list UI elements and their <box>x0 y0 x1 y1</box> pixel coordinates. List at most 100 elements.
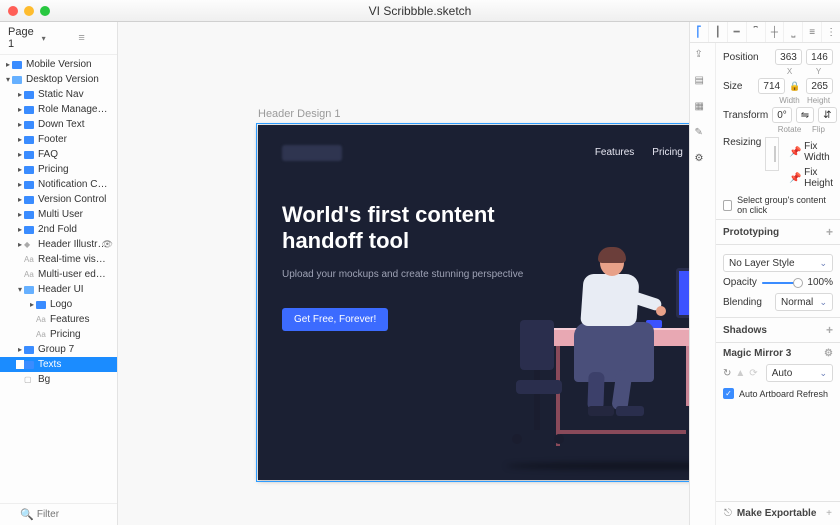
layer-row[interactable]: ▢Bg <box>0 372 117 387</box>
lock-icon[interactable]: 🔒 <box>789 81 800 92</box>
pos-x-input[interactable]: 363 <box>775 49 802 65</box>
pos-y-input[interactable]: 146 <box>806 49 833 65</box>
layer-row[interactable]: FAQ <box>0 147 117 162</box>
ruler-icon[interactable]: ▤ <box>695 75 711 91</box>
height-input[interactable]: 265 <box>806 78 833 94</box>
site-header: Features Pricing Get Started <box>258 125 690 180</box>
layer-row[interactable]: Notification C… <box>0 177 117 192</box>
zoom-icon[interactable] <box>40 6 50 16</box>
layer-row[interactable]: Version Control <box>0 192 117 207</box>
disclosure-icon[interactable] <box>16 105 24 114</box>
disclosure-icon[interactable] <box>16 225 24 234</box>
add-icon[interactable]: + <box>826 508 832 519</box>
layer-row[interactable]: Aa Real-time vis… <box>0 252 117 267</box>
disclosure-icon[interactable] <box>16 135 24 144</box>
disclosure-icon[interactable] <box>4 60 12 69</box>
fix-height-label[interactable]: Fix Height <box>804 167 833 189</box>
layer-row[interactable]: Multi User <box>0 207 117 222</box>
opacity-value[interactable]: 100% <box>803 277 833 288</box>
disclosure-icon[interactable] <box>16 345 24 354</box>
rotate-input[interactable]: 0° <box>772 107 792 123</box>
align-right-icon[interactable]: ━ <box>728 22 747 42</box>
flip-h-icon[interactable]: ⇋ <box>796 107 814 123</box>
nav-pricing[interactable]: Pricing <box>652 147 683 158</box>
disclosure-icon[interactable] <box>16 195 24 204</box>
filter-bar[interactable]: 🔍 <box>0 503 117 525</box>
align-top-icon[interactable]: ⎴ <box>747 22 766 42</box>
artboard[interactable]: Features Pricing Get Started World's fir… <box>258 125 690 480</box>
share-icon[interactable]: ⇪ <box>695 49 711 65</box>
layer-row[interactable]: ◆Header Illustr…👁 <box>0 237 117 252</box>
fix-width-label[interactable]: Fix Width <box>804 141 833 163</box>
layer-row[interactable]: Footer <box>0 132 117 147</box>
layer-row[interactable]: Pricing <box>0 162 117 177</box>
gear-icon[interactable]: ⚙ <box>824 348 833 359</box>
folder-icon <box>24 106 34 114</box>
folder-icon <box>24 196 34 204</box>
disclosure-icon[interactable] <box>16 210 24 219</box>
dist-v-icon[interactable]: ⋮ <box>822 22 840 42</box>
layer-row[interactable]: Group 7 <box>0 342 117 357</box>
select-group-checkbox[interactable] <box>723 200 732 211</box>
disclosure-icon[interactable] <box>28 300 36 309</box>
layer-row[interactable]: AaMulti-user ed… <box>0 267 117 282</box>
flip-v-icon[interactable]: ⇵ <box>818 107 836 123</box>
layer-name: Real-time vis… <box>38 254 106 265</box>
disclosure-icon[interactable] <box>4 75 12 84</box>
page-selector[interactable]: Page 1 ▾ ≡ <box>0 22 117 55</box>
layer-row[interactable]: Header UI <box>0 282 117 297</box>
disclosure-icon[interactable] <box>16 150 24 159</box>
layer-row[interactable]: AaFeatures <box>0 312 117 327</box>
opacity-slider[interactable] <box>762 282 798 284</box>
align-left-icon[interactable]: ⎡ <box>690 22 709 42</box>
align-bottom-icon[interactable]: ⎵ <box>784 22 803 42</box>
disclosure-icon[interactable] <box>16 180 24 189</box>
blending-select[interactable]: Normal⌄ <box>775 293 833 311</box>
add-icon[interactable]: + <box>826 323 833 337</box>
disclosure-icon[interactable] <box>16 285 24 294</box>
mm-refresh-icon[interactable]: ↻ <box>723 368 731 379</box>
list-icon[interactable]: ≡ <box>78 32 109 44</box>
layer-row[interactable]: Static Nav <box>0 87 117 102</box>
filter-input[interactable] <box>37 509 97 520</box>
disclosure-icon[interactable] <box>16 90 24 99</box>
disclosure-icon[interactable] <box>16 165 24 174</box>
auto-refresh-checkbox[interactable]: ✓ <box>723 388 734 399</box>
layer-row[interactable]: Role Manage… <box>0 102 117 117</box>
close-icon[interactable] <box>8 6 18 16</box>
nav-features[interactable]: Features <box>595 147 634 158</box>
layer-style-select[interactable]: No Layer Style⌄ <box>723 254 833 272</box>
layer-row[interactable]: Mobile Version <box>0 57 117 72</box>
text-layer-icon: Aa <box>36 315 46 324</box>
disclosure-icon[interactable] <box>16 240 24 249</box>
grid-icon[interactable]: ▦ <box>695 101 711 117</box>
add-icon[interactable]: + <box>826 225 833 239</box>
resizing-control[interactable] <box>765 137 779 171</box>
layer-row[interactable]: Down Text <box>0 117 117 132</box>
canvas[interactable]: Header Design 1 Features Pricing Get Sta… <box>118 22 690 525</box>
disclosure-icon[interactable] <box>16 360 24 369</box>
artboard-label[interactable]: Header Design 1 <box>258 108 341 120</box>
minimize-icon[interactable] <box>24 6 34 16</box>
mm-rotate-icon[interactable]: ⟳ <box>749 368 757 379</box>
mm-quality-select[interactable]: Auto⌄ <box>766 364 833 382</box>
prototyping-header: Prototyping+ <box>723 225 833 239</box>
layer-row[interactable]: Logo <box>0 297 117 312</box>
text-layer-icon: Aa <box>24 255 34 264</box>
align-vc-icon[interactable]: ┼ <box>766 22 785 42</box>
visibility-icon[interactable]: 👁 <box>102 239 113 250</box>
layer-row[interactable]: Texts <box>0 357 117 372</box>
make-exportable[interactable]: ⎋ Make Exportable + <box>716 501 840 525</box>
vector-icon[interactable]: ✎ <box>695 127 711 143</box>
mm-flip-icon[interactable]: ▲ <box>735 368 745 379</box>
layer-row[interactable]: AaPricing <box>0 327 117 342</box>
width-input[interactable]: 714 <box>758 78 785 94</box>
align-h-icon[interactable]: ┃ <box>709 22 728 42</box>
layer-row[interactable]: 2nd Fold <box>0 222 117 237</box>
folder-icon <box>12 61 22 69</box>
layer-row[interactable]: Desktop Version <box>0 72 117 87</box>
hero-cta[interactable]: Get Free, Forever! <box>282 308 388 331</box>
disclosure-icon[interactable] <box>16 120 24 129</box>
dist-h-icon[interactable]: ≡ <box>803 22 822 42</box>
settings-icon[interactable]: ⚙ <box>695 153 711 169</box>
